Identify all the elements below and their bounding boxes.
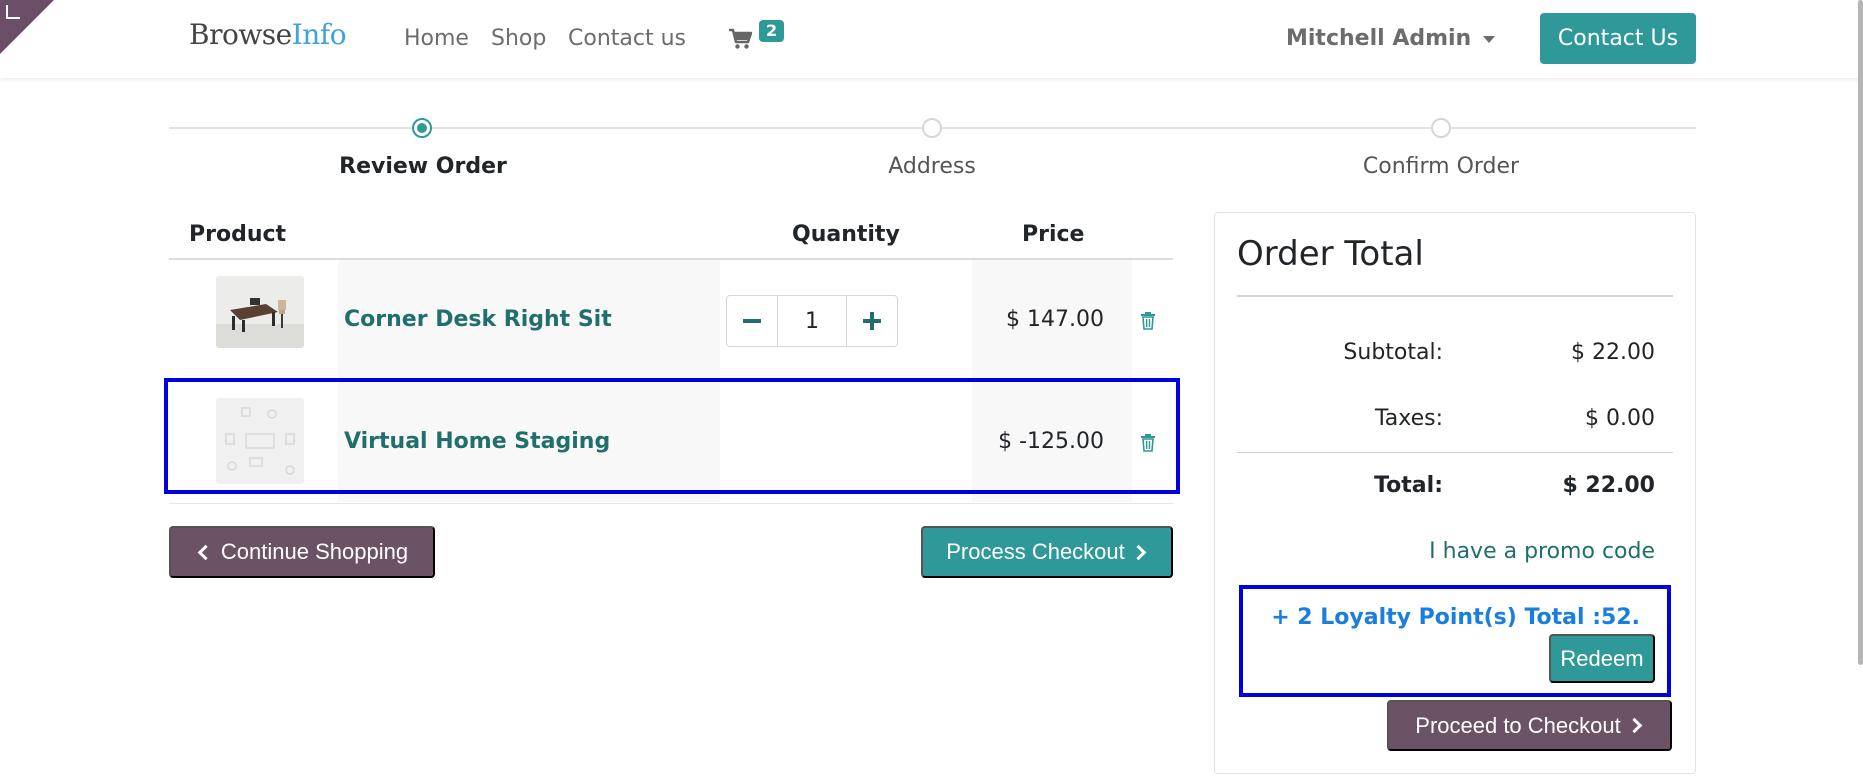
- proceed-to-checkout-button[interactable]: Proceed to Checkout: [1387, 700, 1672, 751]
- cart-count-badge: 2: [759, 20, 785, 42]
- subtotal-label: Subtotal:: [1343, 340, 1443, 365]
- highlight-box-discount-row: [164, 378, 1180, 494]
- total-value: $ 22.00: [1562, 473, 1655, 498]
- order-total-title-divider: [1237, 295, 1673, 297]
- step-dot-review-order: [412, 118, 432, 138]
- chevron-right-icon: [1130, 544, 1147, 560]
- nav-home[interactable]: Home: [404, 26, 469, 51]
- process-checkout-label: Process Checkout: [946, 539, 1125, 564]
- taxes-value: $ 0.00: [1585, 406, 1655, 431]
- product-name-link[interactable]: Corner Desk Right Sit: [344, 307, 612, 332]
- product-price: $ 147.00: [1006, 307, 1104, 332]
- step-dot-confirm-order: [1431, 118, 1451, 138]
- logo-text-browse: Browse: [189, 18, 292, 51]
- loyalty-points-text: + 2 Loyalty Point(s) Total :52.: [1271, 605, 1640, 630]
- quantity-increase-button[interactable]: [846, 295, 898, 347]
- page-scrollbar[interactable]: [1858, 0, 1863, 665]
- quantity-input[interactable]: [778, 295, 846, 347]
- total-label: Total:: [1374, 473, 1443, 498]
- column-header-product: Product: [189, 222, 287, 247]
- process-checkout-button[interactable]: Process Checkout: [921, 526, 1173, 578]
- product-thumbnail-corner-desk[interactable]: [216, 276, 304, 348]
- logo-text-info: Info: [291, 18, 347, 51]
- logo[interactable]: BrowseInfo: [189, 18, 347, 51]
- table-bottom-divider: [169, 503, 1173, 504]
- plus-icon: [863, 312, 881, 330]
- caret-down-icon: [1483, 35, 1496, 43]
- corner-toggle-icon: [6, 5, 20, 19]
- nav-shop[interactable]: Shop: [491, 26, 546, 51]
- column-header-price: Price: [1022, 222, 1085, 247]
- quantity-decrease-button[interactable]: [726, 295, 778, 347]
- step-dot-address: [922, 118, 942, 138]
- order-total-title: Order Total: [1237, 234, 1424, 274]
- chevron-left-icon: [197, 544, 214, 560]
- subtotal-value: $ 22.00: [1571, 340, 1655, 365]
- column-header-quantity: Quantity: [792, 222, 900, 247]
- redeem-button[interactable]: Redeem: [1549, 634, 1655, 683]
- user-name: Mitchell Admin: [1286, 26, 1472, 51]
- total-divider: [1237, 452, 1673, 453]
- continue-shopping-button[interactable]: Continue Shopping: [169, 526, 435, 578]
- trash-icon[interactable]: [1140, 312, 1156, 330]
- quantity-stepper: [726, 295, 898, 347]
- chevron-right-icon: [1626, 717, 1643, 734]
- shopping-cart-icon[interactable]: [728, 28, 752, 50]
- contact-us-button[interactable]: Contact Us: [1540, 13, 1696, 64]
- proceed-to-checkout-label: Proceed to Checkout: [1415, 712, 1621, 738]
- nav-contact-us[interactable]: Contact us: [568, 26, 686, 51]
- promo-code-link[interactable]: I have a promo code: [1350, 539, 1655, 564]
- minus-icon: [743, 319, 761, 323]
- step-label-confirm-order: Confirm Order: [1362, 154, 1520, 179]
- top-navbar: BrowseInfo Home Shop Contact us 2 Mitche…: [0, 0, 1863, 78]
- step-label-review-order: Review Order: [339, 154, 507, 179]
- continue-shopping-label: Continue Shopping: [220, 539, 409, 564]
- user-menu-dropdown[interactable]: Mitchell Admin: [1286, 26, 1496, 51]
- step-label-address: Address: [888, 154, 976, 179]
- taxes-label: Taxes:: [1374, 406, 1443, 431]
